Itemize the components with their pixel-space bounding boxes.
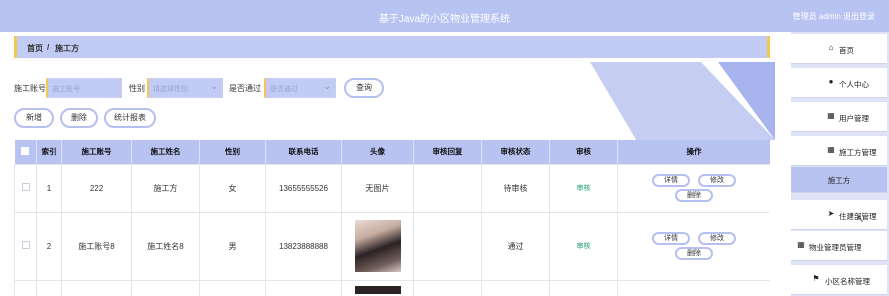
sidebar-item-housing-dept[interactable]: ➤ 住建部管理 bbox=[791, 200, 887, 230]
sidebar-item-home[interactable]: ⌂ 首页 bbox=[791, 34, 887, 64]
grid-icon: ▦ bbox=[827, 111, 835, 120]
data-table: 索引 施工账号 施工姓名 性别 联系电话 头像 审核回复 审核状态 审核 操作 … bbox=[14, 140, 770, 296]
user-logout-link[interactable]: 管理员 admin 退出登录 bbox=[793, 11, 875, 22]
user-icon: ● bbox=[828, 77, 834, 86]
breadcrumb-home[interactable]: 首页 bbox=[27, 43, 43, 54]
home-icon: ⌂ bbox=[828, 43, 834, 52]
cell-name: 施工姓名8 bbox=[131, 211, 200, 281]
column-header: 索引 bbox=[36, 140, 62, 164]
column-header: 性别 bbox=[199, 140, 266, 164]
detail-button[interactable]: 详情 bbox=[652, 232, 690, 245]
sidebar-item-label: 施工方 bbox=[827, 176, 851, 185]
cell-index: 1 bbox=[36, 163, 62, 213]
breadcrumb: 首页 / 施工方 bbox=[14, 36, 770, 58]
passed-select[interactable]: 是否通过 bbox=[264, 78, 336, 98]
account-label: 施工账号 bbox=[14, 84, 46, 93]
row-delete-button[interactable]: 删除 bbox=[675, 247, 713, 260]
top-bar: 基于Java的小区物业管理系统 管理员 admin 退出登录 bbox=[0, 0, 889, 32]
sidebar-item-profile[interactable]: ● 个人中心 bbox=[791, 68, 887, 98]
cell-name: 施工方 bbox=[131, 163, 200, 213]
cell-avatar bbox=[341, 211, 414, 281]
gender-label: 性别 bbox=[129, 84, 145, 93]
avatar-image bbox=[354, 286, 401, 294]
column-header: 头像 bbox=[341, 140, 414, 164]
cell-actions: 详情 修改 删除 bbox=[617, 163, 770, 213]
cell-account: 222 bbox=[61, 163, 132, 213]
cell-reply bbox=[413, 163, 482, 213]
send-icon: ➤ bbox=[827, 209, 835, 218]
sidebar-item-label: 个人中心 bbox=[839, 80, 869, 89]
audit-link[interactable]: 审核 bbox=[577, 243, 591, 250]
gender-select[interactable]: 请选择性别 bbox=[147, 78, 223, 98]
sidebar-item-property-admin[interactable]: ▦ 物业管理员管理 bbox=[791, 231, 887, 261]
column-header: 审核状态 bbox=[481, 140, 550, 164]
cell-avatar: 无图片 bbox=[341, 163, 414, 213]
cell-reply bbox=[413, 211, 482, 281]
cell-audit: 审核 bbox=[549, 163, 618, 213]
app-title: 基于Java的小区物业管理系统 bbox=[378, 14, 511, 25]
sidebar-item-users[interactable]: ▦ 用户管理 bbox=[791, 102, 887, 132]
cell-avatar bbox=[341, 279, 414, 296]
column-header: 联系电话 bbox=[265, 140, 342, 164]
sidebar-item-contractor-management[interactable]: ▦ 施工方管理 bbox=[791, 136, 887, 166]
row-checkbox[interactable] bbox=[14, 163, 37, 213]
cell-phone: 13823888888 bbox=[265, 211, 342, 281]
sidebar-item-label: 首页 bbox=[839, 46, 854, 55]
mouse-cursor-icon: ↖ bbox=[856, 214, 865, 225]
breadcrumb-separator: / bbox=[47, 43, 50, 52]
table-header-row: 索引 施工账号 施工姓名 性别 联系电话 头像 审核回复 审核状态 审核 操作 bbox=[14, 140, 770, 164]
table-row: 1 222 施工方 女 13655555526 无图片 待审核 审核 详情 修改 … bbox=[14, 163, 770, 213]
account-search-input[interactable]: 施工账号 bbox=[46, 78, 122, 98]
table-row: 2 施工账号8 施工姓名8 男 13823888888 通过 审核 详情 修改 删… bbox=[14, 211, 770, 281]
column-header: 施工账号 bbox=[61, 140, 132, 164]
breadcrumb-current: 施工方 bbox=[55, 44, 79, 53]
sidebar-item-community-name[interactable]: ⚑ 小区名称管理 bbox=[791, 265, 887, 295]
column-header: 施工姓名 bbox=[131, 140, 200, 164]
report-button[interactable]: 统计报表 bbox=[104, 108, 156, 128]
cell-actions: 详情 修改 删除 bbox=[617, 211, 770, 281]
cell-status: 通过 bbox=[481, 211, 550, 281]
edit-button[interactable]: 修改 bbox=[698, 174, 736, 187]
select-all-checkbox[interactable] bbox=[14, 140, 37, 164]
table-row bbox=[14, 279, 770, 296]
audit-link[interactable]: 审核 bbox=[577, 185, 591, 192]
column-header: 审核 bbox=[549, 140, 618, 164]
passed-label: 是否通过 bbox=[229, 84, 261, 93]
row-delete-button[interactable]: 删除 bbox=[675, 189, 713, 202]
column-header: 审核回复 bbox=[413, 140, 482, 164]
grid-icon: ▦ bbox=[827, 145, 835, 154]
cell-gender: 男 bbox=[199, 211, 266, 281]
column-header: 操作 bbox=[617, 140, 770, 164]
flag-icon: ⚑ bbox=[812, 274, 820, 283]
sidebar-subitem-contractor[interactable]: 施工方 bbox=[791, 167, 887, 193]
sidebar: ⌂ 首页 ● 个人中心 ▦ 用户管理 ▦ 施工方管理 施工方 ➤ 住建部管理 ▦… bbox=[791, 32, 889, 296]
row-checkbox[interactable] bbox=[14, 211, 37, 281]
cell-phone: 13655555526 bbox=[265, 163, 342, 213]
cell-gender: 女 bbox=[199, 163, 266, 213]
query-button[interactable]: 查询 bbox=[344, 78, 384, 98]
sidebar-item-label: 施工方管理 bbox=[839, 148, 877, 157]
delete-button[interactable]: 删除 bbox=[60, 108, 98, 128]
sidebar-item-label: 用户管理 bbox=[839, 114, 869, 123]
grid-icon: ▦ bbox=[797, 240, 805, 249]
add-button[interactable]: 新增 bbox=[14, 108, 54, 128]
cell-audit: 审核 bbox=[549, 211, 618, 281]
cell-index: 2 bbox=[36, 211, 62, 281]
detail-button[interactable]: 详情 bbox=[652, 174, 690, 187]
cell-status: 待审核 bbox=[481, 163, 550, 213]
sidebar-item-label: 物业管理员管理 bbox=[809, 243, 862, 252]
edit-button[interactable]: 修改 bbox=[698, 232, 736, 245]
sidebar-item-label: 小区名称管理 bbox=[825, 277, 870, 286]
avatar-image bbox=[354, 220, 401, 272]
cell-account: 施工账号8 bbox=[61, 211, 132, 281]
